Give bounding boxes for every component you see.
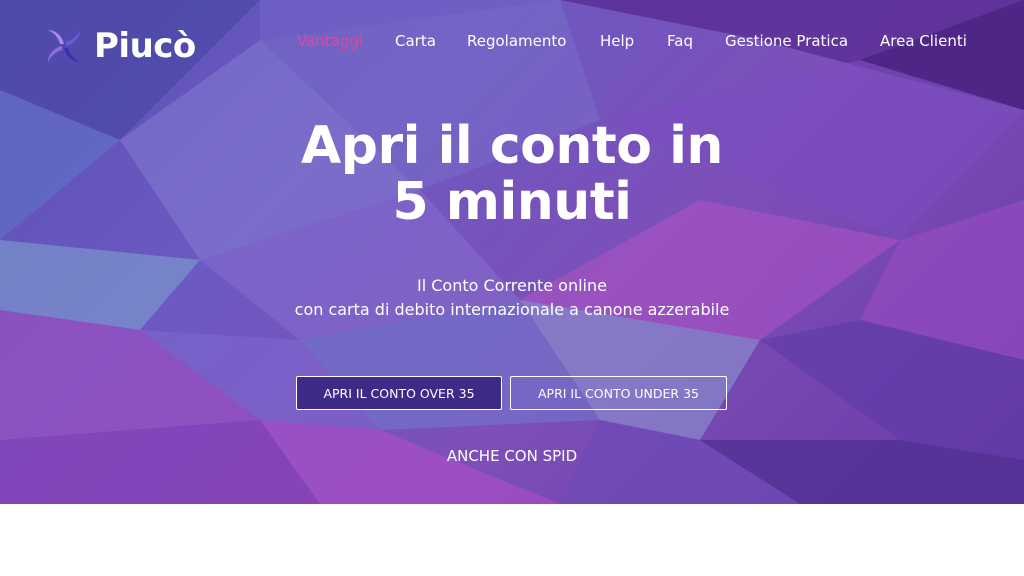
hero-subtitle-line-1: Il Conto Corrente online: [417, 276, 607, 295]
hero-section: Piucò Vantaggi Carta Regolamento Help Fa…: [0, 0, 1024, 504]
content-area: [0, 504, 1024, 576]
nav-item-faq[interactable]: Faq: [667, 32, 693, 50]
nav-item-vantaggi[interactable]: Vantaggi: [297, 32, 363, 50]
hero-title-line-2: 5 minuti: [392, 172, 632, 232]
pinwheel-logo-icon: [48, 30, 80, 62]
brand-logo[interactable]: Piucò: [40, 22, 196, 70]
hero-title-line-1: Apri il conto in: [301, 116, 723, 176]
nav-item-carta[interactable]: Carta: [395, 32, 436, 50]
brand-name: Piucò: [94, 26, 196, 66]
main-nav: Vantaggi Carta Regolamento Help Faq Gest…: [297, 32, 968, 52]
spid-note: ANCHE CON SPID: [446, 447, 578, 465]
open-account-under-35-button[interactable]: APRI IL CONTO UNDER 35: [510, 376, 727, 410]
nav-item-regolamento[interactable]: Regolamento: [467, 32, 566, 50]
nav-item-area-clienti[interactable]: Area Clienti: [880, 32, 967, 50]
hero-title: Apri il conto in 5 minuti: [0, 118, 1024, 230]
nav-item-help[interactable]: Help: [600, 32, 634, 50]
polygon-background: [0, 0, 1024, 504]
hero-subtitle-line-2: con carta di debito internazionale a can…: [294, 300, 730, 319]
hero-subtitle: Il Conto Corrente online con carta di de…: [0, 274, 1024, 322]
open-account-over-35-button[interactable]: APRI IL CONTO OVER 35: [296, 376, 502, 410]
nav-item-gestione-pratica[interactable]: Gestione Pratica: [725, 32, 848, 50]
